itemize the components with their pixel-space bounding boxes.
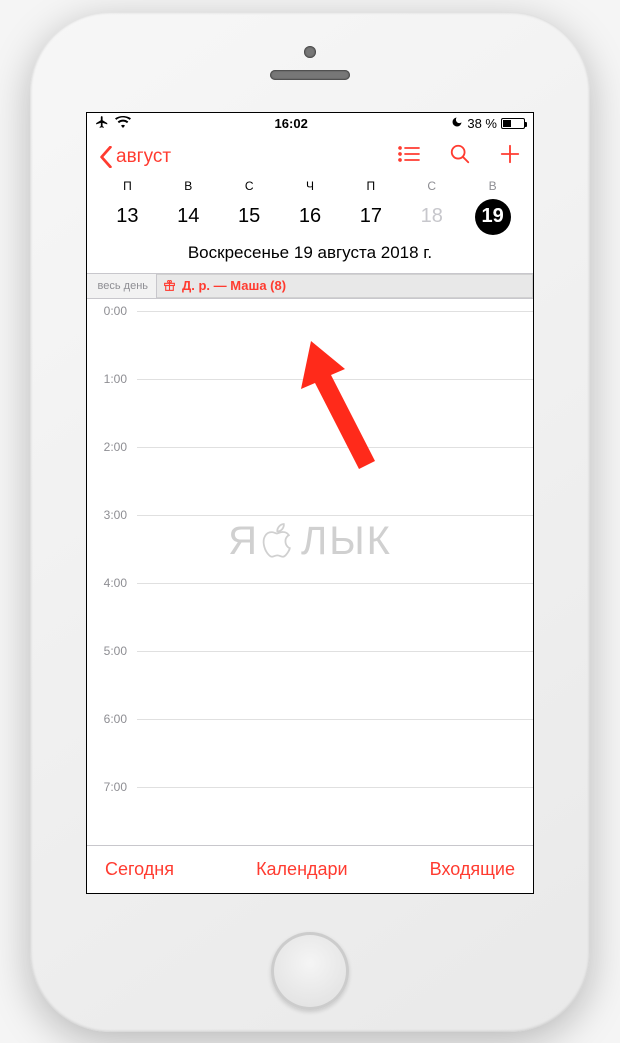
hour-row: 7:00 — [87, 787, 533, 845]
hour-label: 4:00 — [87, 576, 137, 644]
hour-row: 2:00 — [87, 447, 533, 515]
back-label: август — [116, 146, 171, 168]
phone-frame: 16:02 38 % август — [30, 12, 590, 1032]
hour-row: 6:00 — [87, 719, 533, 787]
weekday-abbrev: В — [158, 179, 219, 193]
hour-label: 2:00 — [87, 440, 137, 508]
status-bar: 16:02 38 % — [87, 113, 533, 135]
weekday-abbrev: П — [97, 179, 158, 193]
hour-label: 0:00 — [87, 304, 137, 372]
hour-label: 1:00 — [87, 372, 137, 440]
phone-camera — [304, 46, 316, 58]
calendars-button[interactable]: Календари — [256, 859, 348, 880]
day-cell[interactable]: 17 — [340, 199, 401, 235]
all-day-row: весь день Д. р. — Маша (8) — [87, 273, 533, 299]
add-event-icon[interactable] — [499, 143, 521, 170]
back-button[interactable]: август — [99, 146, 171, 168]
weekday-abbrev: П — [340, 179, 401, 193]
hour-row: 3:00 — [87, 515, 533, 583]
dnd-moon-icon — [451, 116, 463, 131]
hour-row: 4:00 — [87, 583, 533, 651]
hour-label: 5:00 — [87, 644, 137, 712]
battery-text: 38 % — [467, 116, 497, 131]
hour-line — [137, 651, 533, 719]
hour-line — [137, 787, 533, 845]
home-button[interactable] — [271, 932, 349, 1010]
weekday-abbrev: Ч — [280, 179, 341, 193]
hour-label: 6:00 — [87, 712, 137, 780]
clock: 16:02 — [275, 116, 308, 131]
day-cell[interactable]: 13 — [97, 199, 158, 235]
day-cell[interactable]: 16 — [280, 199, 341, 235]
weekday-abbrevs: ПВСЧПСВ — [87, 179, 533, 195]
gift-icon — [163, 279, 176, 292]
hour-row: 1:00 — [87, 379, 533, 447]
date-row: 13141516171819 — [87, 195, 533, 243]
day-cell[interactable]: 18 — [401, 199, 462, 235]
hour-row: 0:00 — [87, 311, 533, 379]
phone-speaker — [270, 70, 350, 80]
inbox-button[interactable]: Входящие — [430, 859, 515, 880]
hour-line — [137, 379, 533, 447]
today-button[interactable]: Сегодня — [105, 859, 174, 880]
nav-bar: август — [87, 135, 533, 179]
hour-line — [137, 515, 533, 583]
hour-label: 7:00 — [87, 780, 137, 845]
selected-date-title: Воскресенье 19 августа 2018 г. — [87, 243, 533, 273]
event-title: Д. р. — Маша (8) — [182, 278, 286, 293]
day-cell[interactable]: 19 — [462, 199, 523, 235]
hour-label: 3:00 — [87, 508, 137, 576]
weekday-abbrev: С — [219, 179, 280, 193]
all-day-event[interactable]: Д. р. — Маша (8) — [157, 274, 533, 298]
hour-line — [137, 583, 533, 651]
hour-line — [137, 311, 533, 379]
screen: 16:02 38 % август — [86, 112, 534, 894]
hour-line — [137, 719, 533, 787]
bottom-toolbar: Сегодня Календари Входящие — [87, 845, 533, 893]
hour-row: 5:00 — [87, 651, 533, 719]
list-view-icon[interactable] — [397, 145, 421, 168]
search-icon[interactable] — [449, 143, 471, 170]
hour-line — [137, 447, 533, 515]
hours-grid[interactable]: Я ЛЫК 0:001:002:003:004:005:006:007:008:… — [87, 299, 533, 845]
wifi-icon — [115, 116, 131, 131]
airplane-mode-icon — [95, 115, 109, 132]
all-day-label: весь день — [87, 274, 157, 298]
battery-icon — [501, 118, 525, 129]
day-cell[interactable]: 15 — [219, 199, 280, 235]
weekday-abbrev: С — [401, 179, 462, 193]
day-cell[interactable]: 14 — [158, 199, 219, 235]
weekday-abbrev: В — [462, 179, 523, 193]
